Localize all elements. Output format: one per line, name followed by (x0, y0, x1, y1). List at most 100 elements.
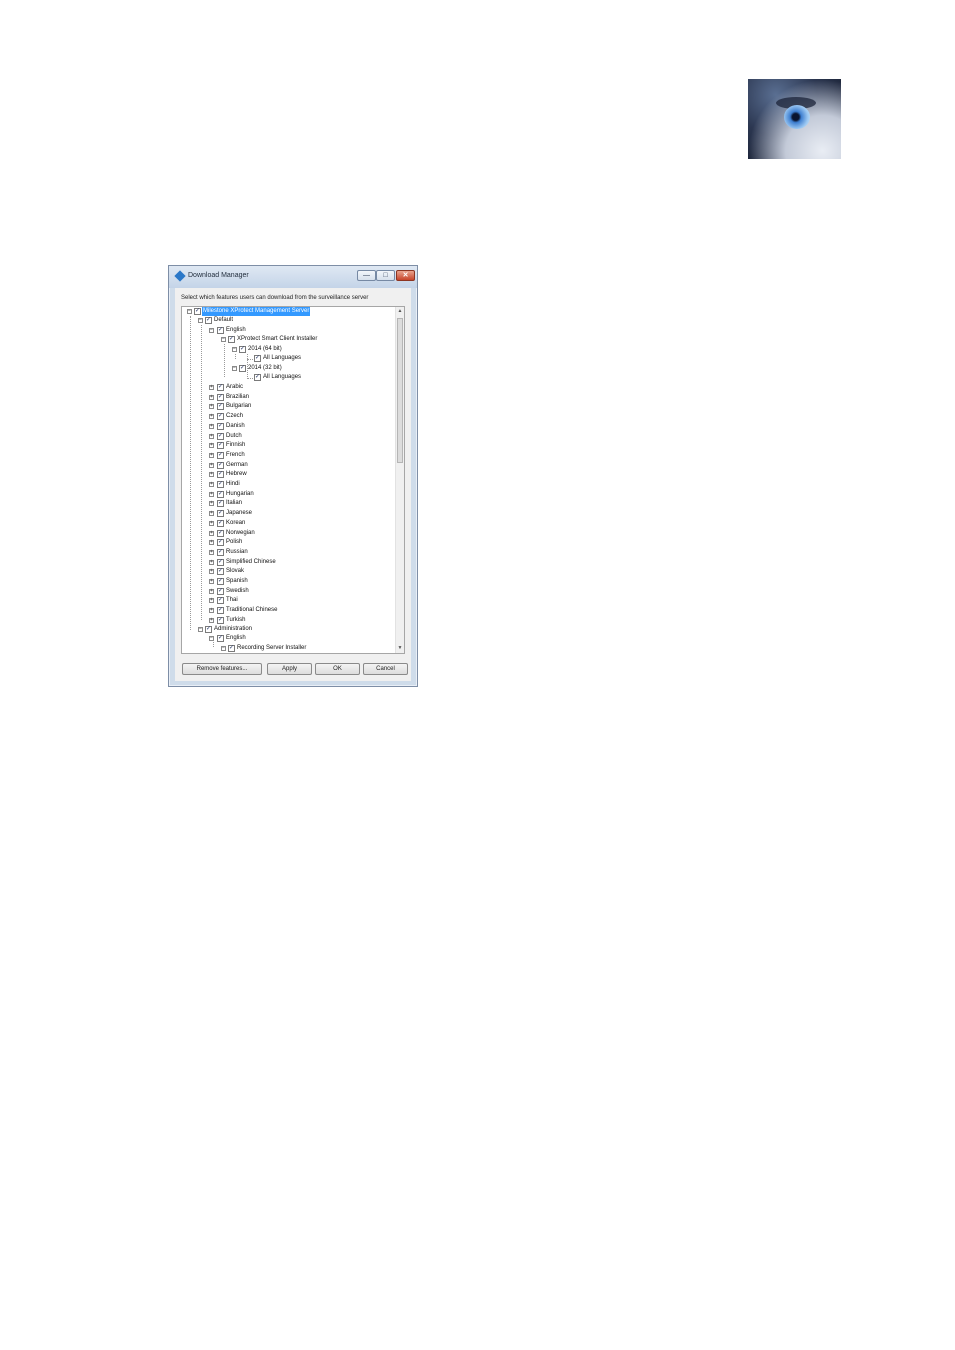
vertical-scrollbar[interactable]: ▲ ▼ (395, 307, 404, 653)
tree-item-language[interactable]: + ✓ Polish (182, 538, 392, 547)
collapse-icon[interactable]: − (198, 627, 203, 632)
tree-item-language[interactable]: + ✓ Russian (182, 548, 392, 557)
expand-icon[interactable]: + (209, 482, 214, 487)
checkbox-icon[interactable]: ✓ (194, 308, 201, 315)
checkbox-icon[interactable]: ✓ (217, 490, 224, 498)
close-button[interactable]: ✕ (396, 270, 415, 281)
checkbox-icon[interactable]: ✓ (217, 393, 224, 401)
checkbox-icon[interactable]: ✓ (254, 374, 261, 381)
tree-item-all-languages-32[interactable]: ✓ All Languages (182, 373, 392, 382)
checkbox-icon[interactable]: ✓ (217, 413, 224, 421)
tree-item-language[interactable]: + ✓ Czech (182, 412, 392, 421)
collapse-icon[interactable]: − (221, 646, 226, 651)
tree-item-language[interactable]: + ✓ Brazilian (182, 393, 392, 402)
collapse-icon[interactable]: − (232, 347, 237, 352)
checkbox-icon[interactable]: ✓ (217, 539, 224, 547)
checkbox-icon[interactable]: ✓ (217, 432, 224, 440)
expand-icon[interactable]: + (209, 608, 214, 614)
tree-item-language[interactable]: + ✓ French (182, 451, 392, 460)
checkbox-icon[interactable]: ✓ (254, 355, 261, 362)
collapse-icon[interactable]: − (209, 328, 214, 333)
scroll-down-icon[interactable]: ▼ (396, 644, 404, 653)
collapse-icon[interactable]: − (198, 318, 203, 323)
expand-icon[interactable]: + (209, 579, 214, 584)
expand-icon[interactable]: + (209, 414, 214, 420)
expand-icon[interactable]: + (209, 472, 214, 478)
expand-icon[interactable]: + (209, 549, 214, 555)
expand-icon[interactable]: + (209, 394, 214, 400)
checkbox-icon[interactable]: ✓ (217, 481, 224, 488)
checkbox-icon[interactable]: ✓ (217, 422, 224, 430)
checkbox-icon[interactable]: ✓ (217, 568, 224, 576)
tree-item-recording-server-installer[interactable]: − ✓ Recording Server Installer (182, 644, 392, 653)
expand-icon[interactable]: + (209, 462, 214, 468)
expand-icon[interactable]: + (209, 511, 214, 517)
checkbox-icon[interactable]: ✓ (217, 500, 224, 508)
tree-item-language[interactable]: + ✓ Italian (182, 499, 392, 508)
tree-item-language[interactable]: + ✓ Thai (182, 596, 392, 605)
tree-item-language[interactable]: + ✓ Japanese (182, 509, 392, 518)
tree-item-default[interactable]: − ✓ Default (182, 316, 392, 325)
tree-item-language[interactable]: + ✓ German (182, 461, 392, 470)
apply-button[interactable]: Apply (267, 663, 312, 675)
checkbox-icon[interactable]: ✓ (217, 519, 224, 527)
tree-item-language[interactable]: + ✓ Swedish (182, 587, 392, 596)
collapse-icon[interactable]: − (187, 309, 192, 314)
checkbox-icon[interactable]: ✓ (217, 548, 224, 556)
ok-button[interactable]: OK (315, 663, 360, 675)
title-bar[interactable]: Download Manager — □ ✕ (169, 266, 417, 288)
expand-icon[interactable]: + (209, 423, 214, 429)
expand-icon[interactable]: + (209, 452, 214, 458)
tree-item-language[interactable]: + ✓ Turkish (182, 616, 392, 625)
expand-icon[interactable]: + (209, 617, 214, 623)
checkbox-icon[interactable]: ✓ (217, 461, 224, 469)
tree-item-language[interactable]: + ✓ Arabic (182, 383, 392, 392)
tree-item-2014-64bit[interactable]: − ✓ 2014 (64 bit) (182, 345, 392, 354)
checkbox-icon[interactable]: ✓ (217, 578, 224, 585)
checkbox-icon[interactable]: ✓ (217, 607, 224, 615)
checkbox-icon[interactable]: ✓ (228, 336, 235, 343)
minimize-button[interactable]: — (357, 270, 376, 281)
expand-icon[interactable]: + (209, 588, 214, 594)
tree-item-language[interactable]: + ✓ Korean (182, 519, 392, 528)
expand-icon[interactable]: + (209, 598, 214, 604)
tree-item-language[interactable]: + ✓ Slovak (182, 567, 392, 576)
expand-icon[interactable]: + (209, 520, 214, 526)
tree-item-2014-32bit[interactable]: − ✓ 2014 (32 bit) (182, 364, 392, 373)
checkbox-icon[interactable]: ✓ (205, 626, 212, 633)
tree-item-language[interactable]: + ✓ Bulgarian (182, 402, 392, 411)
checkbox-icon[interactable]: ✓ (239, 365, 246, 372)
tree-item-admin-english[interactable]: − ✓ English (182, 634, 392, 643)
expand-icon[interactable]: + (209, 404, 214, 410)
tree-item-language[interactable]: + ✓ Simplified Chinese (182, 558, 392, 567)
expand-icon[interactable]: + (209, 569, 214, 575)
checkbox-icon[interactable]: ✓ (217, 616, 224, 624)
remove-features-button[interactable]: Remove features... (182, 663, 262, 675)
tree-item-language[interactable]: + ✓ Hebrew (182, 470, 392, 479)
checkbox-icon[interactable]: ✓ (217, 635, 224, 642)
collapse-icon[interactable]: − (209, 636, 214, 641)
checkbox-icon[interactable]: ✓ (205, 317, 212, 324)
maximize-button[interactable]: □ (376, 270, 395, 281)
checkbox-icon[interactable]: ✓ (217, 558, 224, 566)
feature-tree[interactable]: − ✓ Milestone XProtect Management Server… (181, 306, 405, 654)
checkbox-icon[interactable]: ✓ (217, 384, 224, 391)
expand-icon[interactable]: + (209, 491, 214, 497)
collapse-icon[interactable]: − (232, 366, 237, 371)
scroll-up-icon[interactable]: ▲ (396, 307, 404, 316)
checkbox-icon[interactable]: ✓ (217, 597, 224, 605)
tree-item-administration[interactable]: − ✓ Administration (182, 625, 392, 634)
expand-icon[interactable]: + (209, 385, 214, 390)
tree-item-language[interactable]: + ✓ Hindi (182, 480, 392, 489)
expand-icon[interactable]: + (209, 530, 214, 536)
checkbox-icon[interactable]: ✓ (228, 645, 235, 652)
checkbox-icon[interactable]: ✓ (217, 442, 224, 450)
tree-item-language[interactable]: + ✓ Traditional Chinese (182, 606, 392, 615)
tree-item-all-languages-64[interactable]: ✓ All Languages (182, 354, 392, 363)
tree-item-language[interactable]: + ✓ Spanish (182, 577, 392, 586)
checkbox-icon[interactable]: ✓ (217, 403, 224, 411)
checkbox-icon[interactable]: ✓ (217, 510, 224, 518)
tree-item-english[interactable]: − ✓ English (182, 326, 392, 335)
scroll-thumb[interactable] (397, 318, 403, 463)
checkbox-icon[interactable]: ✓ (239, 346, 246, 353)
